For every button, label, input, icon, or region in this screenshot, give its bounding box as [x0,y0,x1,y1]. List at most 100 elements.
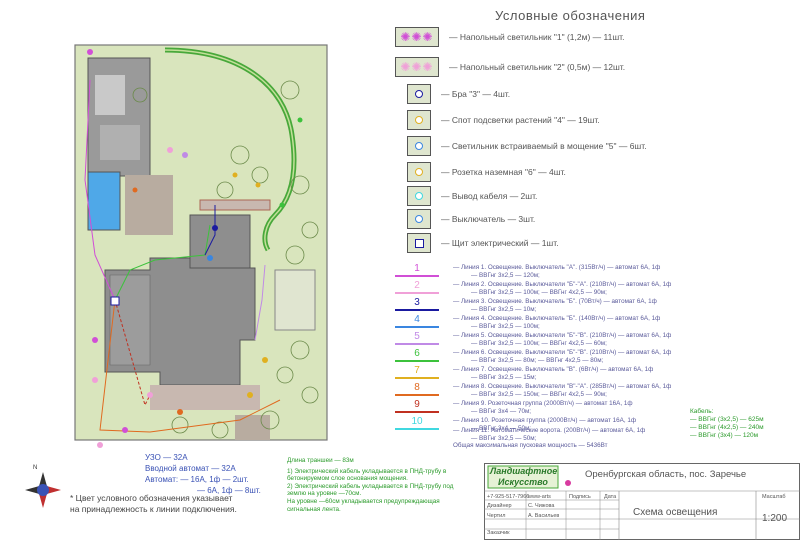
line-description: — Линия 5. Освещение. Выключатели "Б"-"В… [453,332,671,347]
floor-lamp-1-icon: ✺✺✺ [395,27,439,47]
legend-item-label: — Светильник встраиваемый в мощение "5" … [441,141,647,151]
legend-item-label: — Напольный светильник "1" (1,2м) — 11шт… [449,32,625,42]
line-color-swatch [395,394,439,396]
legend-item: — Щит электрический — 1шт. [395,232,559,254]
legend-item-label: — Бра "3" — 4шт. [441,89,511,99]
line-cable: — ВВГнг 3х2,5 — 100м; — ВВГнг 4х2,5 — 60… [471,339,607,347]
line-color-swatch [395,343,439,345]
uzo-spec: УЗО — 32А [145,453,188,462]
line-description: — Линия 7. Освещение. Выключатель "В". (… [453,366,653,381]
line-color-swatch [395,411,439,413]
floor-lamp-2-icon: ✺✺✺ [395,57,439,77]
line-color-swatch [395,292,439,294]
cable-item: — ВВГнг (3х2,5) — 625м [690,416,764,423]
line-color-swatch [395,360,439,362]
legend-item: — Бра "3" — 4шт. [395,83,510,105]
line-description: — Линия 1. Освещение. Выключатель "А". (… [453,264,660,279]
scale-value: 1:200 [762,513,788,524]
line-number: 6 [414,348,420,359]
trench-length: Длина траншеи — 83м [287,457,354,464]
breaker-spec-1: Автомат: — 16А, 1ф — 2шт. [145,475,249,484]
total-power: Общая максимальная пусковая мощность — 5… [453,442,608,450]
legend-item-label: — Напольный светильник "2" (0,5м) — 12шт… [449,62,626,72]
legend-item: — Розетка наземная "6" — 4шт. [395,161,566,183]
line-cable: — ВВГнг 3х2,5 — 10м; [471,305,537,313]
pool [87,171,121,231]
installation-notes: Длина траншеи — 83м 1) Электрический каб… [287,457,462,513]
legend-item-label: — Спот подсветки растений "4" — 19шт. [441,115,600,125]
legend-item: ✺✺✺ — Напольный светильник "1" (1,2м) — 1… [395,26,624,48]
company-site: www-arts [528,494,551,500]
logo-line-2: Искусство [498,477,548,487]
line-cable: — ВВГнг 3х2,5 — 120м; [471,271,540,279]
legend-item: ✺✺✺ — Напольный светильник "2" (0,5м) — 1… [395,56,625,78]
line-desc: — Линия 5. Освещение. Выключатели "Б"-"В… [453,332,672,339]
line-number: 5 [414,331,420,342]
compass-north: N [33,465,37,471]
note-1: 1) Электрический кабель укладывается в П… [287,467,447,483]
date-label: Дата [604,494,617,500]
line-number: 10 [411,416,423,427]
legend-item: — Спот подсветки растений "4" — 19шт. [395,109,600,131]
designer-name: С. Чижова [528,503,555,509]
terrace [125,175,173,235]
legend-item-label: — Вывод кабеля — 2шт. [441,191,538,201]
electric-panel-icon [407,233,431,253]
switch-icon [407,209,431,229]
line-description: — Линия 4. Освещение. Выключатель "Б". (… [453,315,660,330]
designer-label: Дизайнер [487,503,512,509]
company-phone: +7-925-517-7966 [487,494,530,500]
line-description: — Линия 2. Освещение. Выключатели "Б"-"А… [453,281,671,296]
legend-item: — Вывод кабеля — 2шт. [395,185,537,207]
line-desc: — Линия 1. Освещение. Выключатель "А". (… [453,264,661,271]
line-desc: — Линия 4. Освещение. Выключатель "Б". (… [453,315,661,322]
cable-item: — ВВГнг (3х4) — 120м [690,432,759,439]
line-11-desc: — Линия 11. Автоматические ворота. (200В… [453,427,646,434]
line-cable: — ВВГнг 3х2,5 — 80м; — ВВГнг 4х2,5 — 80м… [471,356,604,364]
line-color-swatch [395,428,439,430]
note-3: На уровне —60см укладывается предупрежда… [287,497,440,513]
inground-lamp-icon [407,136,431,156]
cables-title: Кабель: [690,408,714,415]
line-number: 1 [414,263,420,274]
client-label: Заказчик [487,530,510,536]
line-cable: — ВВГнг 3х2,5 — 150м; — ВВГнг 4х2,5 — 90… [471,390,607,398]
line-description: — Линия 8. Освещение. Выключатели "В"-"А… [453,383,671,398]
line-color-swatch [395,275,439,277]
line-description: — Линия 9. Розеточная группа (2000Вт/ч) … [453,400,633,415]
legend-item-label: — Розетка наземная "6" — 4шт. [441,167,566,177]
line-number: 9 [414,399,420,410]
line-cable: — ВВГнг 3х2,5 — 15м; [471,373,537,381]
compass [25,472,61,508]
line-number: 4 [414,314,420,325]
legend-item-label: — Выключатель — 3шт. [441,214,536,224]
intro-breaker-spec: Вводной автомат — 32А [145,464,236,473]
line-description: — Линия 3. Освещение. Выключатель "Б". (… [453,298,657,313]
line-color-swatch [395,309,439,311]
line-desc: — Линия 10. Розеточная группа (2000Вт/ч)… [453,417,636,424]
legend-item-label: — Щит электрический — 1шт. [441,238,559,248]
line-number: 2 [414,280,420,291]
plant-spot-icon [407,110,431,130]
signature-label: Подпись [569,494,591,500]
line-number: 3 [414,297,420,308]
project-location: Оренбургская область, пос. Заречье [585,469,747,480]
line-cable: — ВВГнг 3х4 — 70м; [471,407,532,415]
line-cable: — ВВГнг 3х2,5 — 100м; — ВВГнг 4х2,5 — 90… [471,288,607,296]
line-desc: — Линия 7. Освещение. Выключатель "В". (… [453,366,654,373]
line-number: 7 [414,365,420,376]
drafter-name: А. Васильев [528,513,560,519]
legend-item: — Выключатель — 3шт. [395,208,535,230]
color-note: * Цвет условного обозначения указывает н… [70,493,237,514]
ground-socket-icon [407,162,431,182]
note-2: 2) Электрический кабель укладывается в П… [287,482,454,498]
line-color-swatch [395,377,439,379]
cable-item: — ВВГнг (4х2,5) — 240м [690,424,764,431]
line-cable: — ВВГнг 3х2,5 — 100м; [471,322,540,330]
cable-outlet-icon [407,186,431,206]
drafter-label: Чертил [487,513,506,519]
line-number: 8 [414,382,420,393]
legend-item: — Светильник встраиваемый в мощение "5" … [395,135,647,157]
electrical-specs: УЗО — 32А Вводной автомат — 32А Автомат:… [145,452,261,496]
logo-line-1: Ландшафтное [490,466,558,476]
